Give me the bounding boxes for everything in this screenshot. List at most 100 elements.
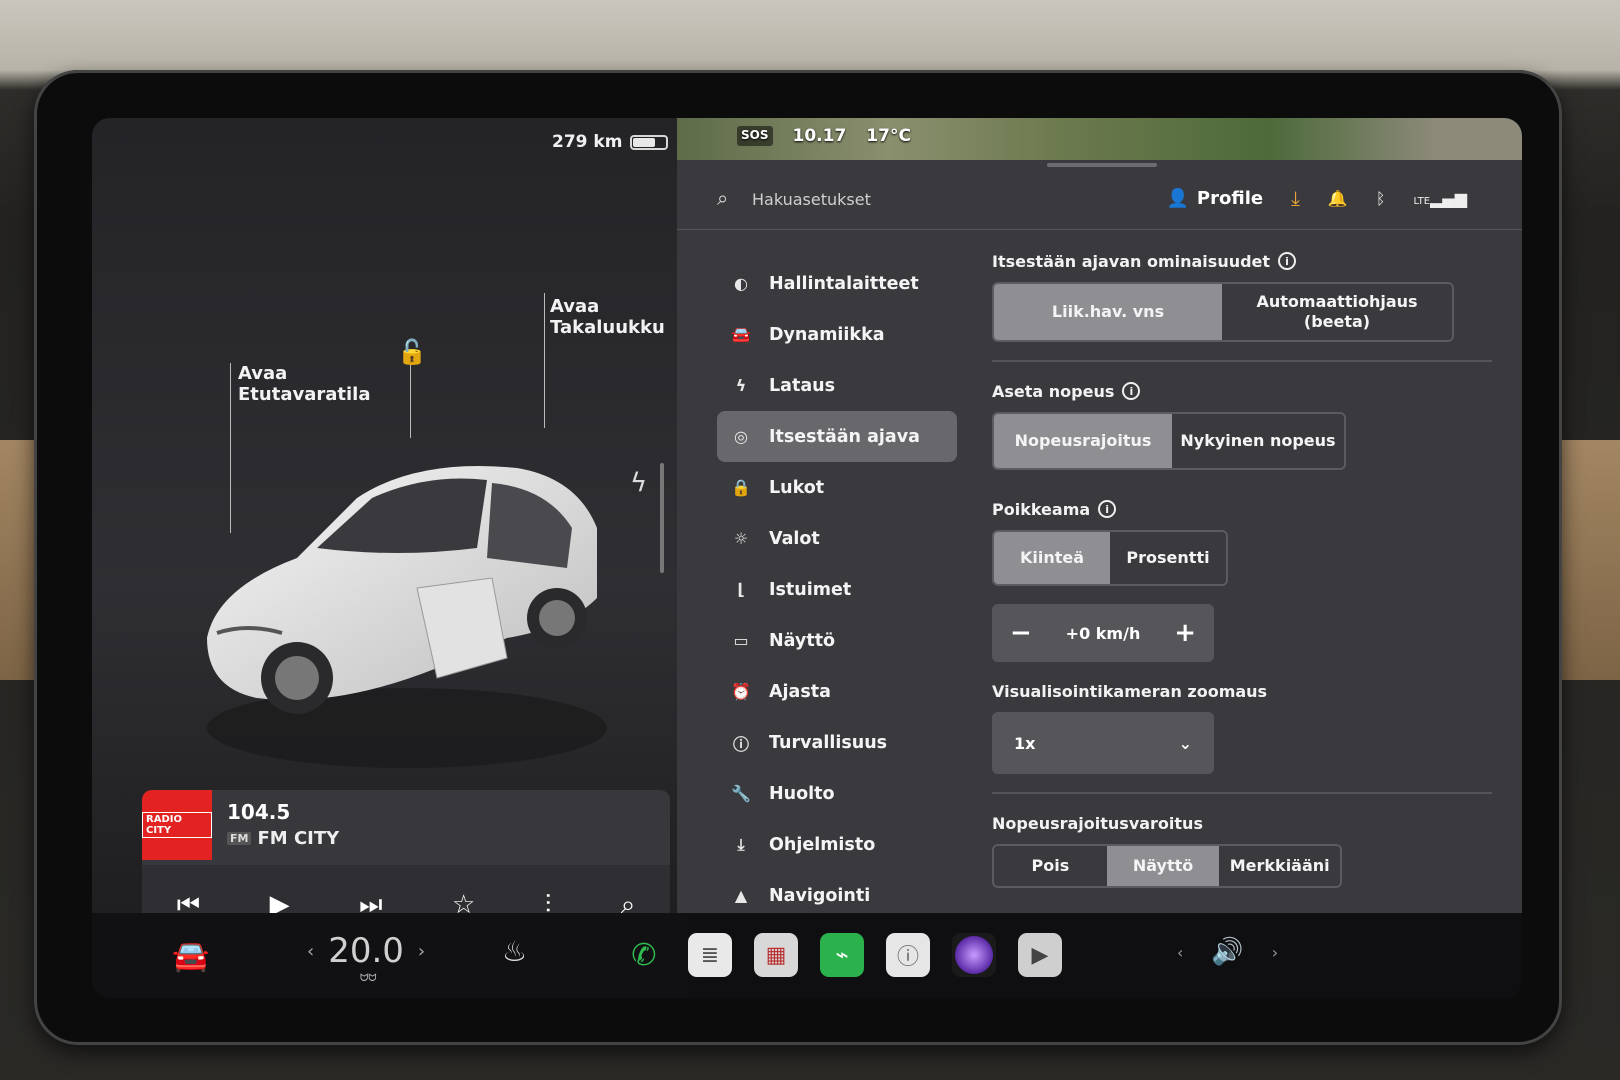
menu-item-locks[interactable]: 🔒 Lukot bbox=[717, 462, 957, 513]
alert-icon: ⓘ bbox=[732, 734, 749, 754]
temp-increase-icon[interactable]: › bbox=[418, 941, 425, 962]
search-icon: ⌕ bbox=[717, 186, 729, 210]
menu-item-software[interactable]: ⤓ Ohjelmisto bbox=[717, 819, 957, 870]
menu-item-controls[interactable]: ◐ Hallintalaitteet bbox=[717, 258, 957, 309]
open-frunk-button[interactable]: Avaa Etutavaratila bbox=[238, 363, 370, 405]
bell-icon[interactable]: 🔔 bbox=[1328, 189, 1348, 208]
settings-search-input[interactable] bbox=[752, 184, 1052, 214]
menu-item-dynamics[interactable]: 🚘 Dynamiikka bbox=[717, 309, 957, 360]
volume-up-icon[interactable]: › bbox=[1272, 943, 1278, 962]
temp-decrease-icon[interactable]: ‹ bbox=[307, 941, 314, 962]
menu-item-seats[interactable]: ⌊ Istuimet bbox=[717, 564, 957, 615]
plus-icon[interactable]: + bbox=[1174, 618, 1196, 648]
menu-item-schedule[interactable]: ⏰ Ajasta bbox=[717, 666, 957, 717]
software-download-icon[interactable]: ⤓ bbox=[1291, 186, 1300, 210]
range-text: 279 km bbox=[552, 132, 623, 152]
menu-item-service[interactable]: 🔧 Huolto bbox=[717, 768, 957, 819]
frunk-label-line1: Avaa bbox=[238, 363, 288, 384]
offset-value: +0 km/h bbox=[1065, 623, 1141, 643]
info-icon[interactable]: i bbox=[1098, 500, 1117, 518]
offset-stepper: − +0 km/h + bbox=[992, 604, 1214, 662]
sos-badge[interactable]: SOS bbox=[737, 126, 773, 146]
traffic-aware-cruise-option[interactable]: Liik.hav. vns bbox=[994, 284, 1223, 340]
volume-control: ‹ 🔊 › bbox=[1177, 937, 1278, 967]
fixed-offset-option[interactable]: Kiinteä bbox=[994, 532, 1110, 584]
car-icon[interactable]: 🚘 bbox=[172, 939, 209, 974]
battery-level bbox=[633, 137, 655, 147]
warning-display-option[interactable]: Näyttö bbox=[1106, 846, 1220, 886]
climate-temperature: ‹ 20.0 › bbox=[307, 931, 425, 971]
range-indicator: 279 km bbox=[552, 132, 669, 152]
profile-label: Profile bbox=[1196, 187, 1264, 209]
autosteer-beta-option[interactable]: Automaattiohjaus (beeta) bbox=[1222, 284, 1452, 340]
trunk-label-line1: Avaa bbox=[550, 296, 600, 317]
notes-app-icon[interactable]: ≣ bbox=[688, 933, 732, 977]
energy-app-icon[interactable]: ⌁ bbox=[820, 933, 864, 977]
autopilot-settings-pane: Itsestään ajavan ominaisuudet i Liik.hav… bbox=[992, 248, 1492, 888]
seat-icon: ⌊ bbox=[737, 580, 745, 599]
phone-icon[interactable]: ✆ bbox=[622, 933, 666, 977]
signal-badge: FM bbox=[227, 832, 252, 845]
volume-down-icon[interactable]: ‹ bbox=[1177, 943, 1183, 962]
speed-limit-option[interactable]: Nopeusrajoitus bbox=[994, 414, 1172, 468]
theater-app-icon[interactable]: ▶ bbox=[1018, 933, 1062, 977]
section-divider bbox=[992, 360, 1492, 362]
warning-off-option[interactable]: Pois bbox=[994, 846, 1107, 886]
minus-icon[interactable]: − bbox=[1010, 618, 1032, 648]
camera-zoom-title: Visualisointikameran zoomaus bbox=[992, 681, 1268, 701]
toybox-app-icon[interactable]: ▦ bbox=[754, 933, 798, 977]
camera-zoom-select[interactable]: 1x ⌄ bbox=[992, 712, 1214, 774]
charge-port-icon[interactable]: ϟ bbox=[630, 468, 647, 498]
speaker-icon[interactable]: 🔊 bbox=[1211, 937, 1243, 967]
menu-item-safety[interactable]: ⓘ Turvallisuus bbox=[717, 717, 957, 768]
bluetooth-icon[interactable]: ᛒ bbox=[1376, 189, 1386, 208]
open-trunk-button[interactable]: Avaa Takaluukku bbox=[550, 296, 665, 338]
drawer-handle[interactable] bbox=[1047, 163, 1157, 167]
bolt-icon: ϟ bbox=[735, 376, 747, 395]
seat-heater-icon[interactable]: ♨ bbox=[502, 935, 527, 968]
outside-temperature: 17°C bbox=[866, 126, 911, 146]
menu-item-display[interactable]: ▭ Näyttö bbox=[717, 615, 957, 666]
offset-title: Poikkeama i bbox=[992, 496, 1492, 522]
toggle-icon: ◐ bbox=[734, 274, 748, 293]
info-icon[interactable]: i bbox=[1122, 382, 1141, 400]
current-speed-option[interactable]: Nykyinen nopeus bbox=[1171, 414, 1344, 468]
menu-item-charging[interactable]: ϟ Lataus bbox=[717, 360, 957, 411]
camera-app-icon[interactable] bbox=[952, 933, 996, 977]
info-icon[interactable]: i bbox=[1278, 252, 1297, 270]
steering-wheel-icon: ◎ bbox=[734, 427, 748, 446]
menu-item-autopilot[interactable]: ◎ Itsestään ajava bbox=[717, 411, 957, 462]
header-icons: 👤 Profile ⤓ 🔔 ᛒ LTE▂▄▆ bbox=[1167, 186, 1468, 210]
lock-icon: 🔒 bbox=[731, 478, 751, 497]
unlock-icon[interactable]: 🔓 bbox=[397, 338, 427, 366]
panel-scrollbar[interactable] bbox=[660, 463, 664, 573]
sun-icon: ☼ bbox=[733, 529, 749, 548]
set-speed-selector: Nopeusrajoitus Nykyinen nopeus bbox=[992, 412, 1346, 470]
defrost-icon[interactable]: ᗢᗢ bbox=[360, 973, 377, 984]
clock: 10.17 bbox=[792, 126, 847, 146]
station-name: FM CITY bbox=[257, 828, 340, 849]
car-panel: 279 km Avaa Etutavaratila 🔓 Avaa Takaluu… bbox=[92, 118, 677, 968]
camera-zoom-value: 1x bbox=[1014, 733, 1036, 753]
station-frequency: 104.5 bbox=[227, 800, 291, 824]
section-divider bbox=[992, 792, 1492, 794]
manual-app-icon[interactable]: ⓘ bbox=[886, 933, 930, 977]
temperature-value[interactable]: 20.0 bbox=[328, 931, 404, 971]
offset-selector: Kiinteä Prosentti bbox=[992, 530, 1228, 586]
app-launcher: ✆ ≣ ▦ ⌁ ⓘ ▶ bbox=[622, 933, 1062, 977]
lte-signal-icon[interactable]: LTE▂▄▆ bbox=[1413, 189, 1467, 208]
warning-chime-option[interactable]: Merkkiääni bbox=[1219, 846, 1340, 886]
car-model-image bbox=[207, 466, 607, 768]
profile-button[interactable]: 👤 Profile bbox=[1167, 188, 1264, 209]
menu-item-lights[interactable]: ☼ Valot bbox=[717, 513, 957, 564]
chevron-down-icon: ⌄ bbox=[1178, 733, 1192, 753]
lock-leader-line bbox=[410, 363, 411, 438]
settings-panel: SOS 10.17 17°C ⌕ 👤 Profile ⤓ 🔔 ᛒ LTE▂▄▆ … bbox=[677, 118, 1522, 968]
station-name-row: FM FM CITY bbox=[227, 828, 339, 849]
frunk-label-line2: Etutavaratila bbox=[238, 384, 371, 405]
percent-offset-option[interactable]: Prosentti bbox=[1110, 532, 1226, 584]
station-logo: RADIO CITY bbox=[142, 790, 212, 860]
alarm-icon: ⏰ bbox=[731, 682, 751, 701]
navigation-icon: ▲ bbox=[734, 886, 748, 905]
car-icon: 🚘 bbox=[731, 325, 751, 344]
